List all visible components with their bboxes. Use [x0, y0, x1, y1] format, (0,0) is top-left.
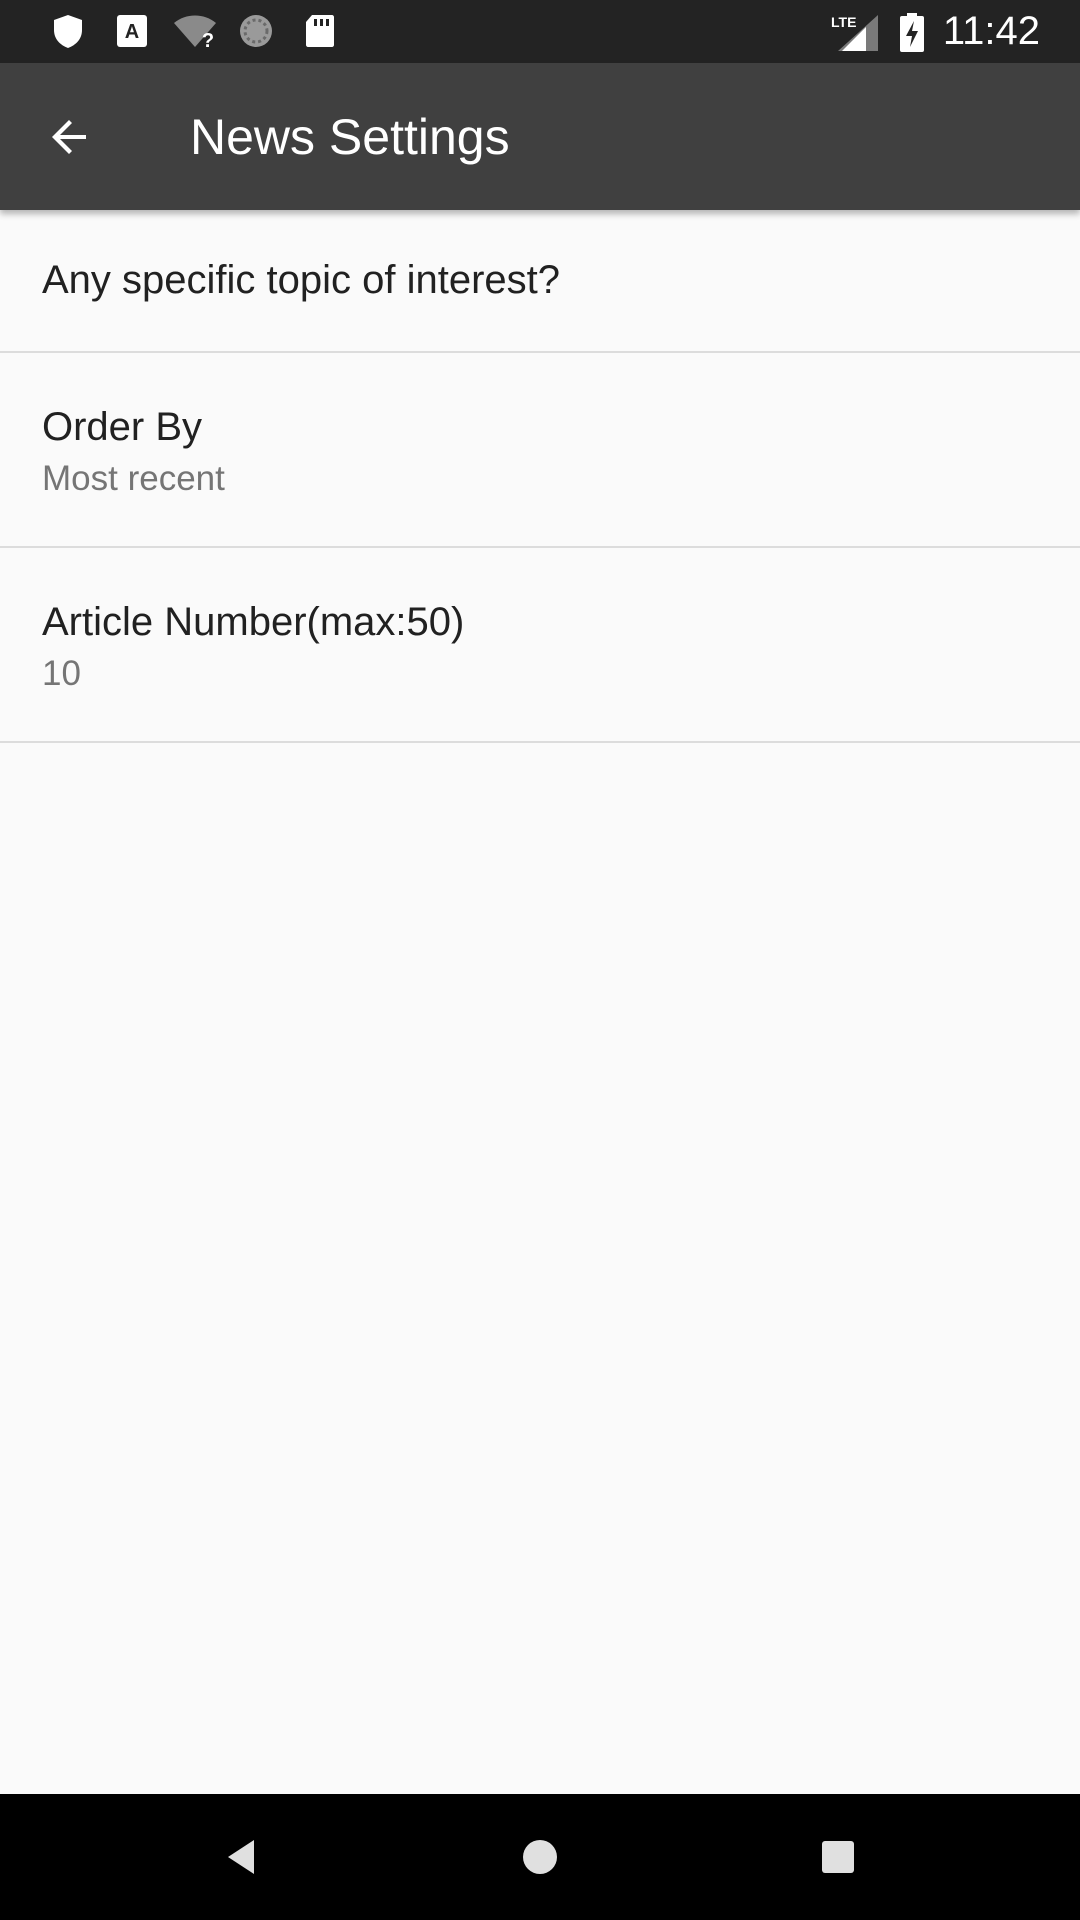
- app-bar: News Settings: [0, 63, 1080, 210]
- preference-list: Any specific topic of interest? Order By…: [0, 210, 1080, 743]
- home-circle-icon: [523, 1840, 557, 1874]
- network-type-label: LTE: [831, 14, 856, 30]
- signal-icon: LTE: [830, 13, 880, 51]
- sd-card-icon: [302, 13, 338, 49]
- screen: A ? LTE 11:42 News Settings Any specific…: [0, 0, 1080, 1920]
- pref-title: Any specific topic of interest?: [42, 258, 561, 302]
- recents-square-icon: [822, 1841, 854, 1873]
- back-button[interactable]: [30, 103, 118, 171]
- wifi-unknown-icon: ?: [172, 13, 218, 52]
- back-triangle-icon: [228, 1840, 254, 1874]
- keyboard-a-icon: A: [114, 13, 150, 49]
- pref-article-number[interactable]: Article Number(max:50) 10: [0, 548, 1080, 743]
- pref-title: Article Number(max:50): [42, 600, 465, 644]
- pref-topic-of-interest[interactable]: Any specific topic of interest?: [0, 210, 1080, 353]
- status-bar: A ? LTE 11:42: [0, 0, 1080, 63]
- nav-home-button[interactable]: [500, 1822, 580, 1892]
- svg-text:?: ?: [202, 30, 214, 49]
- pref-summary: 10: [42, 654, 81, 693]
- status-clock: 11:42: [942, 9, 1040, 53]
- svg-text:A: A: [125, 21, 139, 43]
- battery-charging-icon: [898, 13, 926, 52]
- page-title: News Settings: [190, 109, 510, 165]
- shield-icon: [50, 13, 86, 49]
- pref-summary: Most recent: [42, 459, 225, 498]
- sync-spinner-icon: [238, 13, 274, 49]
- arrow-left-icon: [52, 120, 86, 154]
- pref-order-by[interactable]: Order By Most recent: [0, 353, 1080, 548]
- nav-recents-button[interactable]: [798, 1822, 878, 1892]
- nav-back-button[interactable]: [202, 1822, 282, 1892]
- pref-title: Order By: [42, 405, 203, 449]
- navigation-bar: [0, 1794, 1080, 1920]
